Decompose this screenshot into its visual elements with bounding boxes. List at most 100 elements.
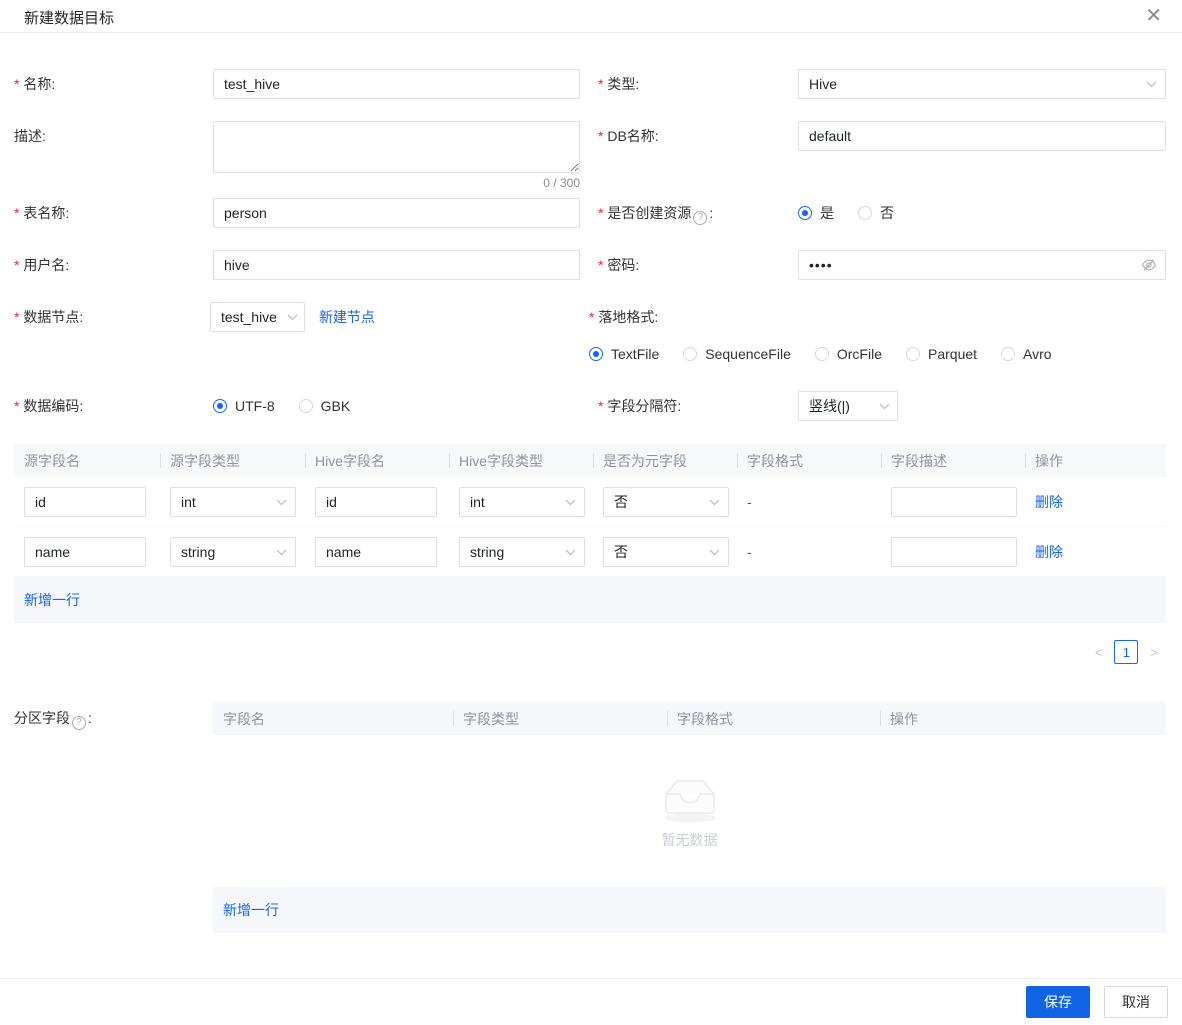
db-name-input[interactable] [798,121,1166,151]
radio-gbk[interactable]: GBK [299,398,351,414]
landing-format-label: 落地格式: [589,302,789,332]
form-row-table-resource: 表名称: 是否创建资源?: 是 否 [14,198,1166,228]
is-meta-select[interactable]: 否 [603,537,729,567]
form-row-desc-db: 描述: 0 / 300 DB名称: [14,121,1166,192]
radio-selected-icon [589,347,603,361]
chevron-down-icon [1146,81,1157,88]
radio-unselected-icon [1001,347,1015,361]
prev-page-icon[interactable]: < [1087,645,1111,660]
chevron-down-icon [565,549,576,556]
name-input[interactable] [213,69,580,99]
field-table-footer: 新增一行 [14,577,1166,623]
table-row: int int 否 - [14,477,1166,527]
chevron-down-icon [709,549,720,556]
dialog-body: 名称: 类型: Hive 描述: 0 / 300 DB名称: [0,33,1182,933]
type-select[interactable]: Hive [798,69,1166,99]
page-number[interactable]: 1 [1114,640,1138,664]
form-row-user-password: 用户名: 密码: [14,250,1166,280]
question-circle-icon[interactable]: ? [72,716,86,730]
type-label: 类型: [598,69,798,99]
field-format-value: - [737,544,881,560]
radio-unselected-icon [815,347,829,361]
source-type-select[interactable]: string [170,537,296,567]
radio-unselected-icon [858,206,872,220]
description-label: 描述: [14,121,213,151]
partition-section: 分区字段?: 字段名 字段类型 字段格式 操作 暂无数据 [14,702,1166,933]
col-field-type: 字段类型 [453,702,667,735]
partition-table: 字段名 字段类型 字段格式 操作 暂无数据 新增一行 [213,702,1166,933]
field-table-header: 源字段名 源字段类型 Hive字段名 Hive字段类型 是否为元字段 字段格式 … [14,444,1166,477]
description-textarea[interactable] [213,121,580,173]
col-hive-field-name: Hive字段名 [305,444,449,477]
source-name-input[interactable] [24,537,146,567]
encoding-label: 数据编码: [14,391,213,421]
radio-no[interactable]: 否 [858,203,894,223]
field-description-input[interactable] [891,487,1017,517]
radio-unselected-icon [683,347,697,361]
chevron-down-icon [709,499,720,506]
save-button[interactable]: 保存 [1026,986,1090,1018]
form-row-name-type: 名称: 类型: Hive [14,69,1166,99]
create-resource-radio-group: 是 否 [798,202,1166,224]
radio-unselected-icon [906,347,920,361]
hive-name-input[interactable] [315,487,437,517]
form-row-encoding-delimiter: 数据编码: UTF-8 GBK 字段分隔符: 竖线(|) [14,391,1166,421]
col-is-meta-field: 是否为元字段 [593,444,737,477]
radio-yes[interactable]: 是 [798,203,834,223]
password-label: 密码: [598,250,798,280]
table-name-input[interactable] [213,198,580,228]
col-field-format: 字段格式 [737,444,881,477]
eye-slash-icon[interactable] [1141,257,1157,273]
empty-box-icon [658,772,722,824]
radio-selected-icon [213,399,227,413]
encoding-radio-group: UTF-8 GBK [213,395,580,417]
data-node-select[interactable]: test_hive [210,302,305,332]
new-data-target-dialog: 新建数据目标 ✕ 名称: 类型: Hive 描述: 0 / 300 [0,0,1182,1025]
db-name-label: DB名称: [598,121,798,151]
next-page-icon[interactable]: > [1142,645,1166,660]
username-input[interactable] [213,250,580,280]
delimiter-select[interactable]: 竖线(|) [798,391,898,421]
chevron-down-icon [287,314,298,321]
hive-type-select[interactable]: string [459,537,585,567]
source-name-input[interactable] [24,487,146,517]
password-input[interactable] [798,250,1166,280]
is-meta-select[interactable]: 否 [603,487,729,517]
pagination: < 1 > [14,640,1166,664]
chevron-down-icon [276,499,287,506]
radio-selected-icon [798,206,812,220]
delimiter-label: 字段分隔符: [598,391,798,421]
radio-parquet[interactable]: Parquet [906,346,977,362]
hive-name-input[interactable] [315,537,437,567]
delimiter-select-value: 竖线(|) [809,396,850,416]
radio-avro[interactable]: Avro [1001,346,1052,362]
name-label: 名称: [14,69,213,99]
field-description-input[interactable] [891,537,1017,567]
source-type-select[interactable]: int [170,487,296,517]
delete-row-link[interactable]: 删除 [1035,544,1063,560]
partition-label: 分区字段?: [14,702,213,933]
radio-unselected-icon [299,399,313,413]
data-node-select-value: test_hive [221,309,277,325]
radio-textfile[interactable]: TextFile [589,346,659,362]
add-row-link[interactable]: 新增一行 [24,590,80,610]
radio-sequencefile[interactable]: SequenceFile [683,346,791,362]
char-counter: 0 / 300 [213,174,580,192]
close-icon[interactable]: ✕ [1139,4,1168,28]
dialog-footer: 保存 取消 [0,978,1182,1025]
add-partition-row-link[interactable]: 新增一行 [223,900,279,920]
username-label: 用户名: [14,250,213,280]
radio-orcfile[interactable]: OrcFile [815,346,882,362]
cancel-button[interactable]: 取消 [1104,986,1168,1018]
table-row: string string 否 - [14,527,1166,577]
hive-type-select[interactable]: int [459,487,585,517]
page-title: 新建数据目标 [24,7,114,28]
field-mapping-table: 源字段名 源字段类型 Hive字段名 Hive字段类型 是否为元字段 字段格式 … [14,444,1166,623]
question-circle-icon[interactable]: ? [693,211,707,225]
col-field-format: 字段格式 [667,702,880,735]
delete-row-link[interactable]: 删除 [1035,494,1063,510]
create-resource-label: 是否创建资源?: [598,198,798,228]
radio-utf8[interactable]: UTF-8 [213,398,275,414]
new-node-link[interactable]: 新建节点 [319,302,375,332]
col-actions: 操作 [1025,444,1166,477]
